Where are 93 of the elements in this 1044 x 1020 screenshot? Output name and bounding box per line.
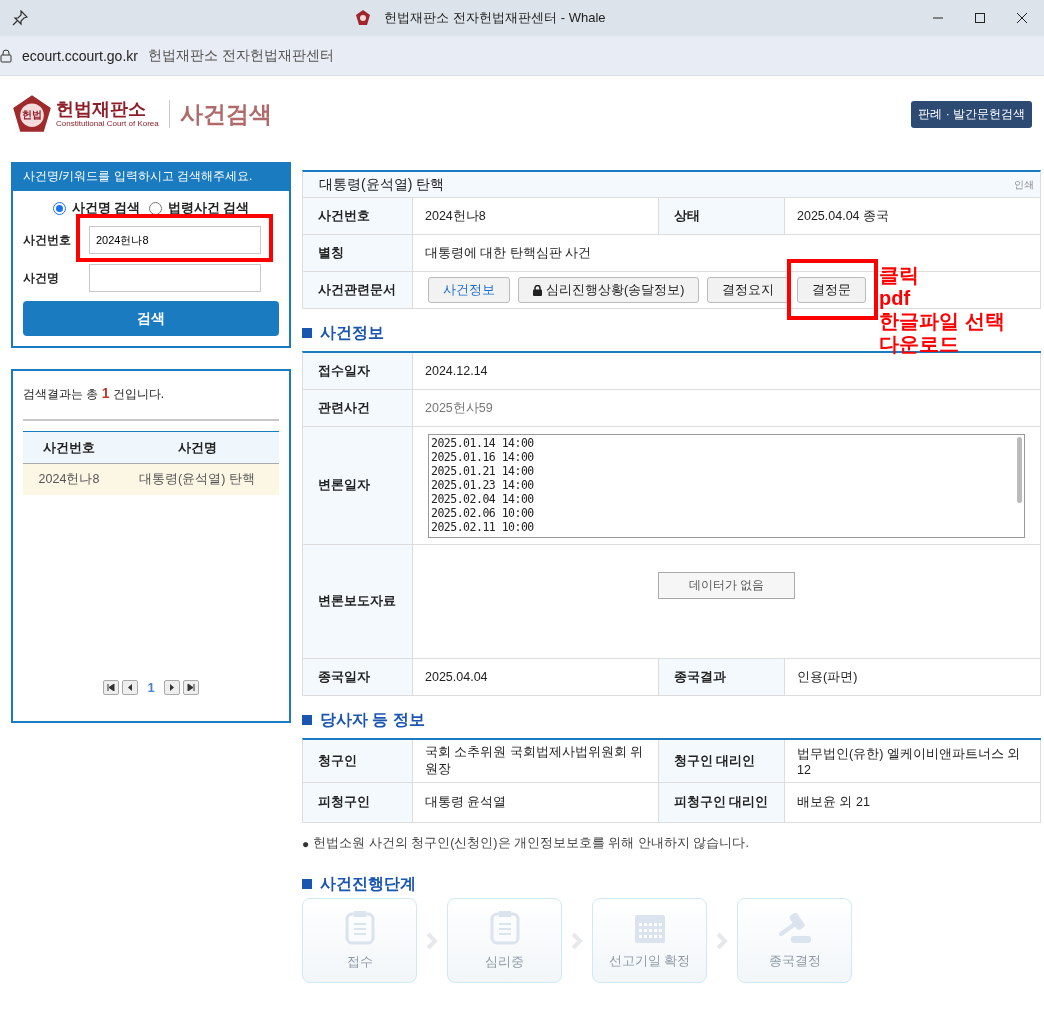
list-item: 2025.01.21 14:00 bbox=[431, 463, 535, 478]
row-value: 2025.04.04 종국 bbox=[785, 198, 1041, 235]
chevron-icon bbox=[570, 931, 584, 950]
logo-subtitle: Constitutional Court of Korea bbox=[56, 119, 159, 129]
bullet-icon: ● bbox=[302, 836, 310, 851]
column-header: 사건번호 bbox=[42, 438, 96, 457]
row-label: 별칭 bbox=[303, 235, 413, 272]
input-field[interactable] bbox=[89, 264, 261, 292]
result-summary: 검색결과는 총 1 건입니다. bbox=[22, 384, 166, 403]
document-button[interactable]: 심리진행상황(송달정보) bbox=[518, 277, 700, 303]
panel-heading: 사건명/키워드를 입력하시고 검색해주세요. bbox=[13, 164, 289, 191]
previous-page-button[interactable] bbox=[122, 680, 139, 695]
radio-label[interactable]: 사건명 검색 bbox=[71, 199, 141, 217]
stage-label: 심리중 bbox=[485, 952, 524, 971]
clipboard-icon bbox=[344, 910, 375, 945]
search-button[interactable]: 검색 bbox=[23, 301, 279, 336]
row-label: 사건번호 bbox=[303, 198, 413, 235]
row-label: 변론일자 bbox=[303, 427, 413, 545]
row-label: 청구인 bbox=[303, 740, 413, 783]
row-label: 사건관련문서 bbox=[303, 272, 413, 309]
chevron-icon bbox=[425, 931, 439, 950]
bullet-icon bbox=[302, 715, 312, 725]
page-title-text: 헌법재판소 전자헌법재판센터 bbox=[147, 46, 334, 65]
emblem-icon bbox=[354, 9, 373, 27]
triangle-left-icon bbox=[127, 684, 134, 691]
lock-icon bbox=[533, 284, 542, 296]
first-page-icon bbox=[107, 684, 116, 691]
logo-name: 헌법재판소 bbox=[56, 99, 147, 120]
section-title: 사건진행단계 bbox=[320, 873, 416, 894]
list-item: 2025.01.16 14:00 bbox=[431, 449, 535, 464]
clipboard-icon bbox=[489, 910, 520, 945]
radio-label[interactable]: 법령사건 검색 bbox=[167, 199, 250, 217]
annotation-text: 한글파일 선택 bbox=[879, 310, 1005, 333]
url-text[interactable]: ecourt.ccourt.go.kr bbox=[22, 47, 138, 64]
row-label: 관련사건 bbox=[303, 390, 413, 427]
row-value: 법무법인(유한) 엘케이비앤파트너스 외 12 bbox=[785, 740, 1041, 783]
annotation-text: pdf bbox=[879, 287, 912, 310]
field-label: 사건번호 bbox=[23, 231, 72, 249]
row-label: 상태 bbox=[659, 198, 785, 235]
list-item: 2025.01.23 14:00 bbox=[431, 477, 535, 492]
row-label: 변론보도자료 bbox=[303, 545, 413, 659]
annotation-text: 다운로드 bbox=[879, 333, 960, 356]
field-label: 사건명 bbox=[23, 269, 60, 287]
list-item: 2025.02.11 10:00 bbox=[431, 519, 535, 534]
table-cell-text: 2024헌나8 bbox=[37, 471, 101, 488]
related-case-link[interactable]: 2025헌사59 bbox=[413, 390, 1041, 427]
notice-text: 헌법소원 사건의 청구인(신청인)은 개인정보보호를 위해 안내하지 않습니다. bbox=[313, 835, 749, 852]
last-page-icon bbox=[186, 684, 195, 691]
last-page-button[interactable] bbox=[182, 680, 199, 695]
input-field[interactable]: 2024헌나8 bbox=[89, 226, 261, 254]
row-label: 청구인 대리인 bbox=[659, 740, 785, 783]
emblem-icon bbox=[12, 94, 52, 134]
first-page-button[interactable] bbox=[103, 680, 120, 695]
stage-label: 접수 bbox=[346, 952, 373, 971]
section-title: 사건정보 bbox=[320, 322, 384, 343]
list-item: 2025.01.14 14:00 bbox=[431, 435, 535, 450]
document-button[interactable]: 사건정보 bbox=[428, 277, 510, 303]
row-label: 종국일자 bbox=[303, 659, 413, 696]
result-row[interactable]: 2024헌나8 대통령(윤석열) 탄핵 bbox=[23, 464, 279, 495]
row-value: 인용(파면) bbox=[785, 659, 1041, 696]
row-label: 접수일자 bbox=[303, 353, 413, 390]
emblem-label: 헌법 bbox=[22, 108, 42, 122]
maximize-icon[interactable] bbox=[974, 12, 986, 24]
list-item: 2025.02.06 10:00 bbox=[431, 505, 535, 520]
bullet-icon bbox=[302, 879, 312, 889]
document-button[interactable]: 결정요지 bbox=[707, 277, 790, 303]
print-link[interactable]: 인쇄 bbox=[1014, 177, 1034, 192]
triangle-right-icon bbox=[168, 684, 175, 691]
stage-label: 선고기일 확정 bbox=[608, 951, 691, 970]
gavel-icon bbox=[776, 911, 813, 944]
row-label: 피청구인 bbox=[303, 783, 413, 823]
row-value: 배보윤 외 21 bbox=[785, 783, 1041, 823]
window-title: 헌법재판소 전자헌법재판센터 - Whale bbox=[384, 9, 606, 27]
column-header: 사건명 bbox=[176, 438, 218, 457]
bullet-icon bbox=[302, 328, 312, 338]
table-cell-text: 대통령(윤석열) 탄핵 bbox=[138, 471, 256, 488]
pin-icon[interactable] bbox=[12, 10, 28, 26]
next-page-button[interactable] bbox=[163, 680, 180, 695]
row-label: 종국결과 bbox=[659, 659, 785, 696]
list-item: 2025.02.04 14:00 bbox=[431, 491, 535, 506]
case-title: 대통령(윤석열) 탄핵 bbox=[319, 175, 445, 194]
page-number[interactable]: 1 bbox=[147, 680, 155, 695]
document-button[interactable]: 결정문 bbox=[797, 277, 867, 303]
lock-icon[interactable] bbox=[0, 48, 12, 63]
no-data-button[interactable]: 데이터가 없음 bbox=[657, 572, 796, 599]
stage-label: 종국결정 bbox=[768, 951, 821, 970]
row-label: 피청구인 대리인 bbox=[659, 783, 785, 823]
section-title: 당사자 등 정보 bbox=[320, 709, 425, 730]
chevron-icon bbox=[715, 931, 729, 950]
precedent-search-button[interactable]: 판례 · 발간문헌검색 bbox=[911, 100, 1032, 128]
page-heading: 사건검색 bbox=[179, 99, 272, 129]
close-icon[interactable] bbox=[1016, 12, 1028, 24]
hearing-date-list[interactable]: 2025.01.14 14:00 2025.01.16 14:00 2025.01.21 14:00 2025.01.23 14:00 2025.02.04 14:00 2025.02.06 10:00 2025.02.11 10:00 bbox=[428, 433, 1025, 538]
